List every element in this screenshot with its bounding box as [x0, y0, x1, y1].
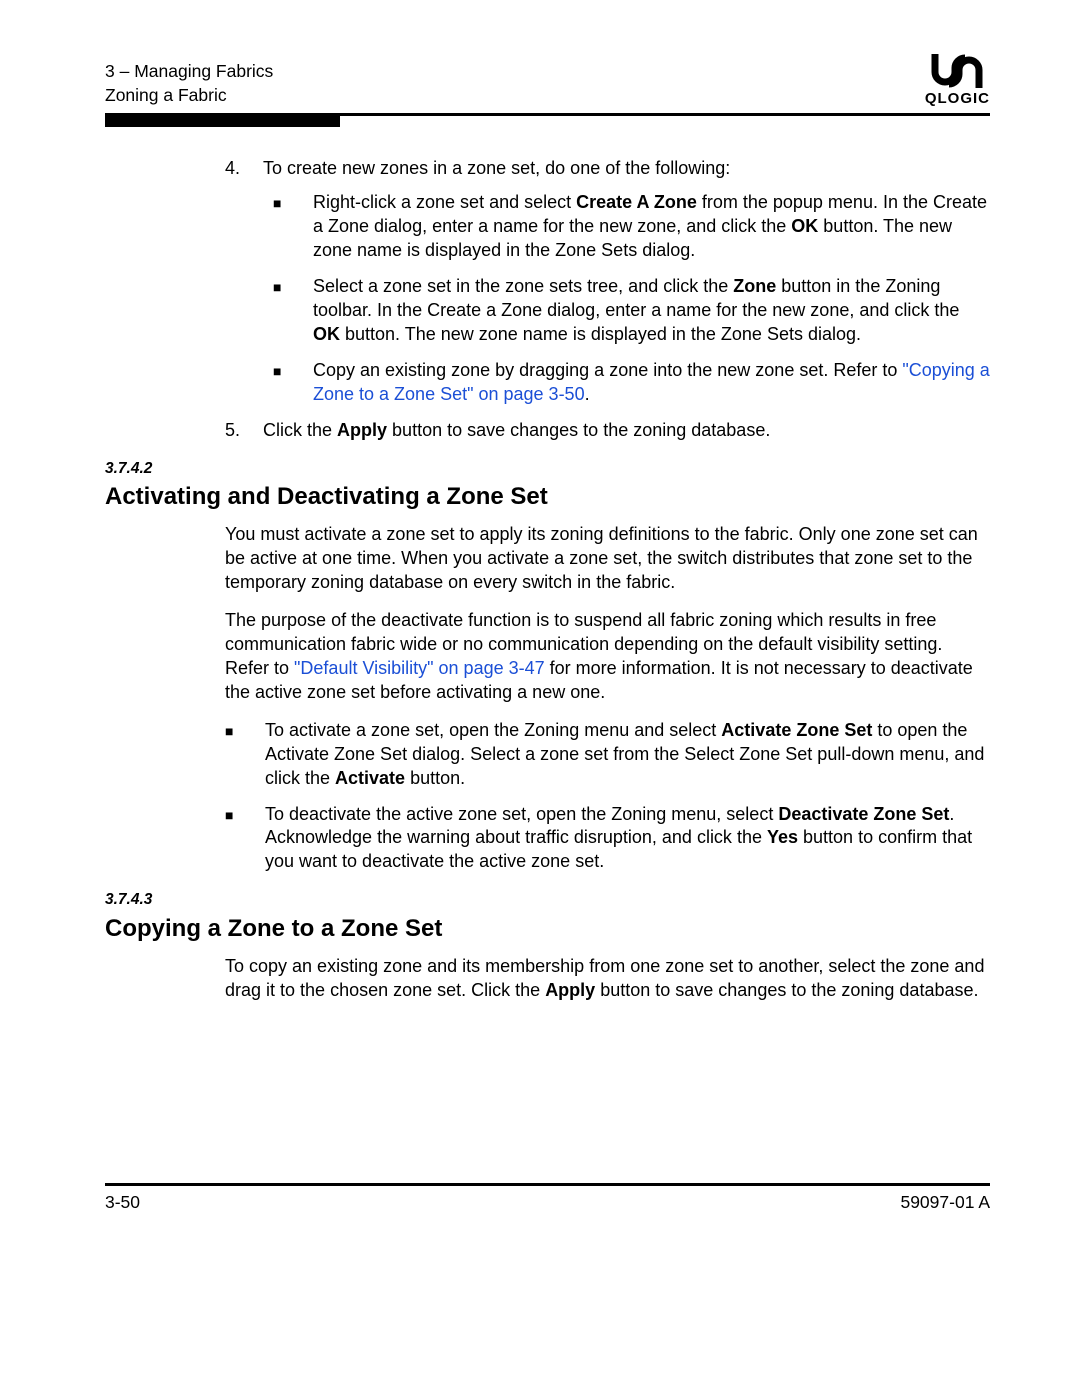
- page-footer: 3-50 59097-01 A: [105, 1192, 990, 1213]
- square-bullet-icon: ■: [273, 275, 313, 347]
- bullet-item: ■ Right-click a zone set and select Crea…: [263, 191, 990, 263]
- bullet-text: Right-click a zone set and select Create…: [313, 191, 990, 263]
- header-line-2: Zoning a Fabric: [105, 85, 227, 105]
- ordered-item-5: 5. Click the Apply button to save change…: [225, 419, 990, 443]
- header-line-1: 3 – Managing Fabrics: [105, 61, 273, 81]
- section-number: 3.7.4.2: [105, 459, 990, 480]
- bullet-item: ■ Select a zone set in the zone sets tre…: [263, 275, 990, 347]
- ordered-item-4: 4. To create new zones in a zone set, do…: [225, 157, 990, 181]
- square-bullet-icon: ■: [225, 719, 265, 791]
- bullet-text: Copy an existing zone by dragging a zone…: [313, 359, 990, 407]
- footer-rule: [105, 1183, 990, 1186]
- item-number: 5.: [225, 419, 263, 443]
- bullet-item: ■ To deactivate the active zone set, ope…: [225, 803, 990, 875]
- page-header: 3 – Managing Fabrics Zoning a Fabric QLO…: [105, 60, 990, 107]
- paragraph: You must activate a zone set to apply it…: [225, 523, 990, 595]
- qlogic-logo: QLOGIC: [925, 54, 990, 107]
- item-text: Click the Apply button to save changes t…: [263, 419, 770, 443]
- bullet-item: ■ To activate a zone set, open the Zonin…: [225, 719, 990, 791]
- bullet-text: Select a zone set in the zone sets tree,…: [313, 275, 990, 347]
- page-number: 3-50: [105, 1192, 140, 1213]
- header-breadcrumb: 3 – Managing Fabrics Zoning a Fabric: [105, 60, 273, 107]
- section-title: Copying a Zone to a Zone Set: [105, 913, 990, 945]
- square-bullet-icon: ■: [225, 803, 265, 875]
- item-number: 4.: [225, 157, 263, 181]
- doc-number: 59097-01 A: [900, 1192, 990, 1213]
- section-number: 3.7.4.3: [105, 890, 990, 911]
- item-text: To create new zones in a zone set, do on…: [263, 157, 730, 181]
- logo-text: QLOGIC: [925, 90, 990, 107]
- bullet-text: To deactivate the active zone set, open …: [265, 803, 990, 875]
- bullet-item: ■ Copy an existing zone by dragging a zo…: [263, 359, 990, 407]
- square-bullet-icon: ■: [273, 191, 313, 263]
- bullet-text: To activate a zone set, open the Zoning …: [265, 719, 990, 791]
- qlogic-logo-icon: [927, 54, 987, 88]
- section-title: Activating and Deactivating a Zone Set: [105, 481, 990, 513]
- paragraph: To copy an existing zone and its members…: [225, 955, 990, 1003]
- paragraph: The purpose of the deactivate function i…: [225, 609, 990, 705]
- square-bullet-icon: ■: [273, 359, 313, 407]
- header-accent-bar: [105, 116, 340, 127]
- cross-ref-link[interactable]: "Default Visibility" on page 3-47: [294, 658, 545, 678]
